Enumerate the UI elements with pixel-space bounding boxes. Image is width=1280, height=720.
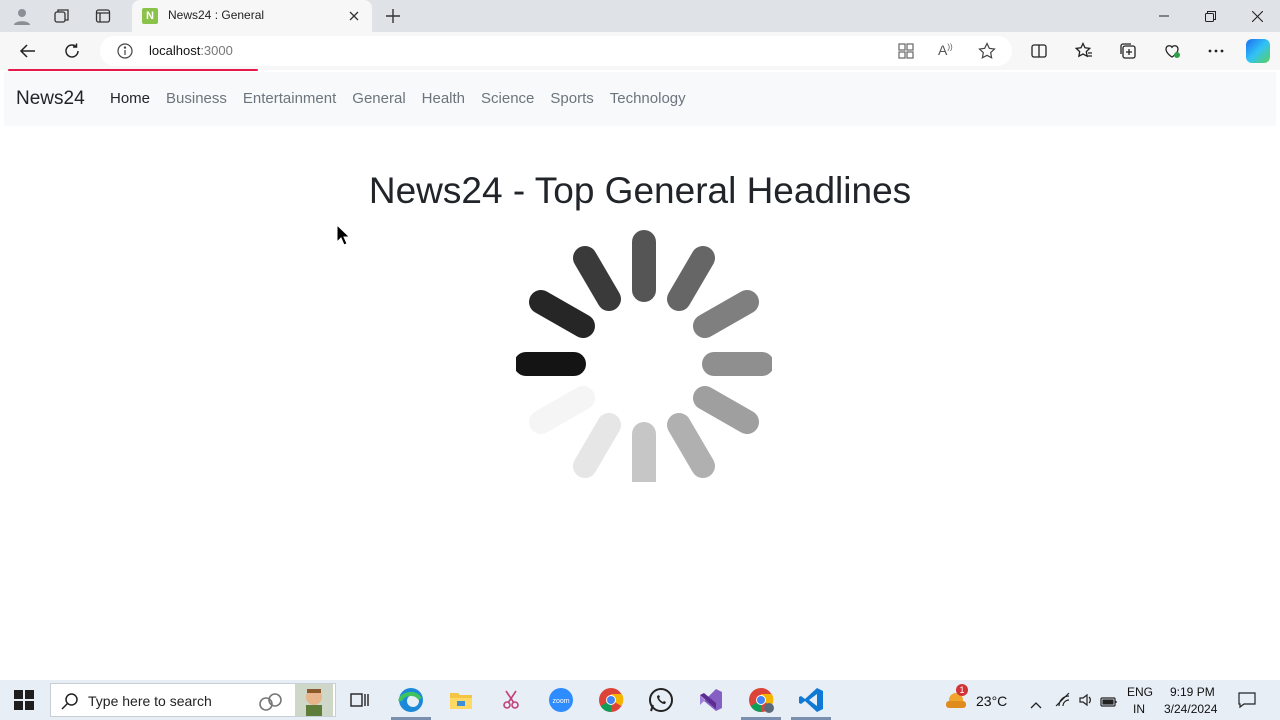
refresh-icon[interactable]	[60, 39, 84, 63]
search-highlight-icon	[257, 688, 283, 714]
split-screen-icon[interactable]	[1027, 39, 1051, 63]
url-port: :3000	[200, 43, 233, 58]
search-icon	[61, 692, 79, 714]
search-highlight-image	[295, 684, 333, 716]
snipping-tool-icon[interactable]	[497, 686, 525, 714]
vscode-icon[interactable]	[797, 686, 825, 714]
nav-home[interactable]: Home	[110, 90, 150, 107]
nav-business[interactable]: Business	[166, 90, 227, 107]
nav-links: Home Business Entertainment General Heal…	[110, 90, 686, 107]
nav-general[interactable]: General	[352, 90, 405, 107]
favorite-star-icon[interactable]	[978, 42, 996, 64]
read-aloud-icon[interactable]: A))	[938, 42, 953, 58]
language-code[interactable]: ENG	[1127, 685, 1153, 699]
nav-sports[interactable]: Sports	[550, 90, 593, 107]
show-hidden-icons-chevron-icon[interactable]	[1030, 694, 1042, 713]
clock-time[interactable]: 9:19 PM	[1170, 685, 1215, 699]
notifications-icon[interactable]	[1238, 691, 1256, 713]
nav-science[interactable]: Science	[481, 90, 534, 107]
tab-title: News24 : General	[168, 8, 265, 22]
favorites-icon[interactable]	[1072, 39, 1096, 63]
url-host: localhost	[149, 43, 201, 58]
taskbar-search-box[interactable]: Type here to search	[50, 683, 336, 717]
nav-entertainment[interactable]: Entertainment	[243, 90, 336, 107]
site-navbar: News24 Home Business Entertainment Gener…	[4, 72, 1276, 126]
battery-icon[interactable]	[1100, 693, 1118, 712]
site-info-icon[interactable]	[117, 43, 133, 63]
windows-start-icon[interactable]	[14, 690, 34, 710]
minimize-button[interactable]	[1141, 4, 1187, 28]
page-loading-bar	[8, 69, 258, 71]
web-page: News24 Home Business Entertainment Gener…	[4, 72, 1276, 676]
back-arrow-icon[interactable]	[16, 39, 40, 63]
file-explorer-icon[interactable]	[447, 686, 475, 714]
brand-link[interactable]: News24	[16, 88, 85, 110]
close-window-button[interactable]	[1234, 4, 1280, 28]
more-options-icon[interactable]	[1204, 39, 1228, 63]
zoom-icon[interactable]: zoom	[547, 686, 575, 714]
browser-toolbar: localhost:3000 A))	[0, 32, 1280, 70]
nav-health[interactable]: Health	[422, 90, 465, 107]
tab-favicon-icon: N	[142, 8, 158, 24]
tab-actions-icon[interactable]	[93, 6, 113, 26]
mouse-pointer-icon	[336, 223, 351, 250]
chrome-profile-icon[interactable]	[747, 686, 775, 714]
app-available-icon[interactable]	[898, 43, 914, 63]
weather-temperature[interactable]: 23°C	[976, 693, 1007, 709]
clock-date[interactable]: 3/24/2024	[1164, 702, 1217, 716]
nav-technology[interactable]: Technology	[610, 90, 686, 107]
task-view-icon[interactable]	[346, 686, 374, 714]
workspaces-icon[interactable]	[52, 6, 72, 26]
restore-button[interactable]	[1187, 4, 1233, 28]
page-heading: News24 - Top General Headlines	[368, 170, 912, 211]
weather-badge: 1	[956, 684, 968, 696]
new-tab-button[interactable]	[382, 5, 404, 27]
close-tab-icon[interactable]	[344, 6, 364, 26]
whatsapp-icon[interactable]	[647, 686, 675, 714]
copilot-icon[interactable]	[1246, 39, 1270, 63]
chrome-icon[interactable]	[597, 686, 625, 714]
edge-taskbar-icon[interactable]	[397, 686, 425, 714]
search-placeholder: Type here to search	[88, 693, 212, 709]
weather-icon[interactable]: 1	[944, 684, 968, 714]
wifi-icon[interactable]	[1055, 692, 1071, 712]
language-region[interactable]: IN	[1133, 702, 1145, 716]
loading-spinner-icon	[516, 230, 772, 482]
tab-news24-general[interactable]: N News24 : General	[132, 0, 372, 32]
url-text[interactable]: localhost:3000	[149, 43, 233, 58]
address-bar[interactable]: localhost:3000 A))	[100, 36, 1012, 66]
svg-text:zoom: zoom	[552, 698, 569, 705]
browser-essentials-icon[interactable]	[1160, 39, 1184, 63]
windows-taskbar: Type here to search zoom 1 23°C ENG IN 9…	[0, 680, 1280, 720]
speaker-icon[interactable]	[1078, 692, 1094, 712]
collections-icon[interactable]	[1116, 39, 1140, 63]
visual-studio-icon[interactable]	[697, 686, 725, 714]
browser-tab-strip: N News24 : General	[0, 0, 1280, 32]
profile-icon[interactable]	[12, 6, 32, 26]
